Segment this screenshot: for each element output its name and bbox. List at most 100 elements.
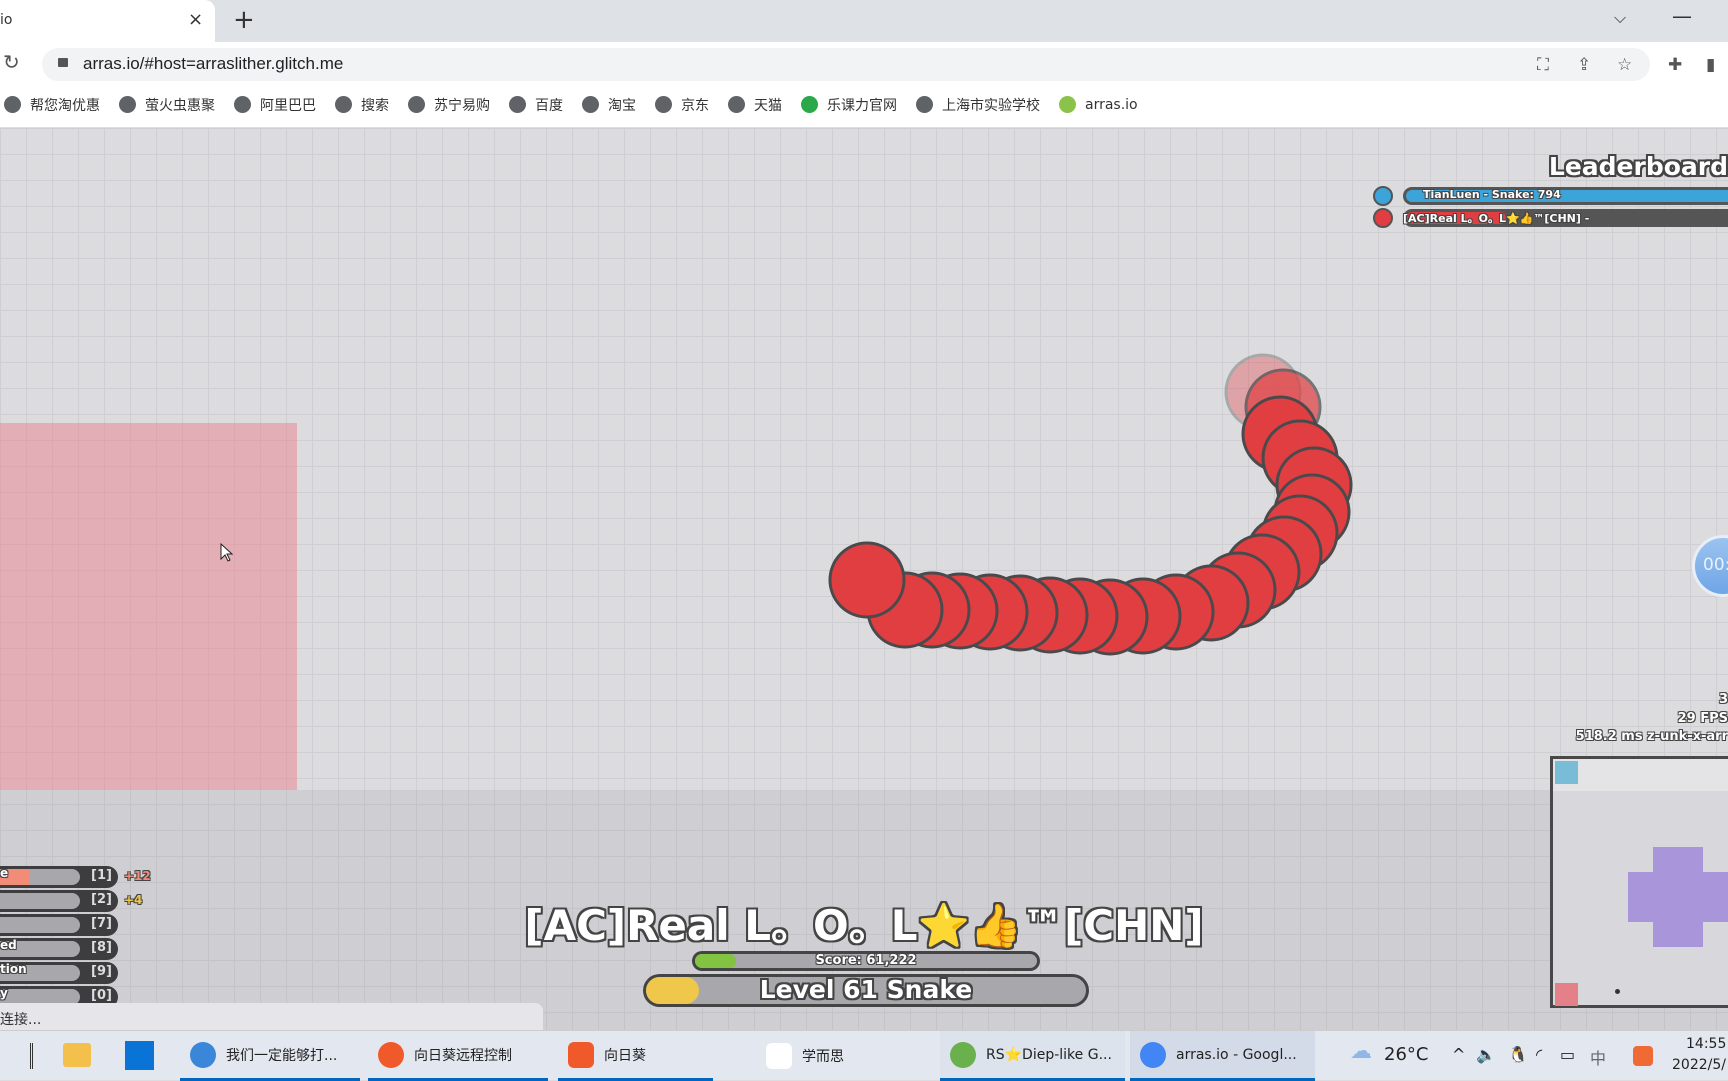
taskbar: ☁ 26°C ^ 🔈 🐧 ◜ ▭ 中 14:55 2022/5/ 我们一定能够打… <box>0 1030 1728 1081</box>
taskbar-item-label: 我们一定能够打... <box>226 1047 338 1064</box>
taskbar-item-label: 学而思 <box>802 1049 844 1065</box>
skill-row[interactable]: tion [9] <box>0 962 118 984</box>
ime-indicator[interactable]: 中 <box>1590 1045 1606 1069</box>
tray-chevron-icon[interactable]: ^ <box>1452 1045 1465 1064</box>
bookmark-item[interactable]: 上海市实验学校 <box>916 95 1040 115</box>
taskbar-item[interactable]: 向日葵 <box>558 1031 713 1081</box>
new-tab-button[interactable]: + <box>233 5 255 35</box>
taskbar-divider <box>30 1043 33 1069</box>
taskbar-item-label: arras.io - Googl... <box>1176 1046 1297 1063</box>
globe-icon <box>655 96 672 113</box>
minimap-red-base <box>1555 983 1578 1006</box>
taskbar-item-label: 向日葵 <box>604 1047 646 1064</box>
globe-icon <box>1059 96 1076 113</box>
bookmark-label: 苏宁易购 <box>434 97 490 114</box>
player-name: [AC]Real L。O。L⭐👍™[CHN] <box>524 901 1204 950</box>
score-bar: Score: 61,222 <box>692 951 1040 971</box>
taskbar-item-label: RS⭐Diep-like G... <box>986 1046 1112 1063</box>
taskbar-item[interactable]: 向日葵远程控制 <box>368 1031 548 1081</box>
clock-time[interactable]: 14:55 <box>1686 1036 1726 1052</box>
bookmark-label: arras.io <box>1085 96 1138 113</box>
extensions-icon[interactable]: ✚ <box>1668 55 1682 75</box>
bookmark-item[interactable]: 淘宝 <box>582 95 636 115</box>
taskbar-item[interactable]: 我们一定能够打... <box>180 1031 360 1081</box>
leaderboard-entry: TianLuen - Snake: 794 <box>1373 186 1728 206</box>
minimize-button[interactable]: — <box>1672 4 1692 28</box>
globe-icon <box>916 96 933 113</box>
globe-icon <box>335 96 352 113</box>
app-icon <box>950 1041 976 1068</box>
app-icon <box>378 1041 404 1068</box>
clock-date[interactable]: 2022/5/ <box>1672 1057 1726 1073</box>
leaderboard-entry: [AC]Real L。O。L⭐👍™[CHN] - <box>1373 208 1728 228</box>
leaderboard-team-dot <box>1373 186 1393 206</box>
minimap-blue-base <box>1555 761 1578 784</box>
tab-strip <box>0 0 1728 42</box>
bookmark-item[interactable]: 帮您淘优惠 <box>4 95 100 115</box>
file-explorer-icon[interactable] <box>63 1043 91 1067</box>
bookmark-item[interactable]: 天猫 <box>728 95 782 115</box>
bookmark-item[interactable]: 乐课力官网 <box>801 95 897 115</box>
browser-tab[interactable]: io <box>0 0 215 42</box>
bookmark-label: 上海市实验学校 <box>942 97 1040 114</box>
bookmark-label: 百度 <box>535 97 563 114</box>
connection-toast: 连接... <box>0 1003 543 1033</box>
bookmark-item[interactable]: 苏宁易购 <box>408 95 490 115</box>
skill-key: [9] <box>91 964 112 979</box>
taskbar-item[interactable]: RS⭐Diep-like G... <box>940 1031 1125 1081</box>
globe-icon <box>728 96 745 113</box>
taskbar-item[interactable]: arras.io - Googl... <box>1130 1031 1315 1081</box>
globe-icon <box>4 96 21 113</box>
globe-icon <box>234 96 251 113</box>
tab-search-chevron-icon[interactable]: ⌵ <box>1614 8 1626 28</box>
weather-temp[interactable]: 26°C <box>1384 1044 1428 1065</box>
star-icon[interactable]: ☆ <box>1617 55 1632 75</box>
bookmark-label: 帮您淘优惠 <box>30 97 100 114</box>
globe-icon <box>408 96 425 113</box>
minimap-player-dot <box>1615 989 1620 994</box>
bookmark-item[interactable]: 百度 <box>509 95 563 115</box>
reload-icon[interactable]: ↻ <box>3 50 20 74</box>
skill-name: tion <box>0 962 27 976</box>
volume-icon[interactable]: 🔈 <box>1476 1045 1496 1064</box>
app-icon <box>568 1041 594 1068</box>
skill-key: [1] <box>91 868 112 883</box>
toast-text: 连接... <box>0 1012 42 1028</box>
bookmark-label: 萤火虫惠聚 <box>145 97 215 114</box>
bookmark-item[interactable]: 萤火虫惠聚 <box>119 95 215 115</box>
stat-players: 3 <box>1718 692 1728 707</box>
lock-icon[interactable] <box>58 58 68 67</box>
taskbar-item[interactable]: 学而思 <box>756 1031 921 1081</box>
share-icon[interactable]: ⇪ <box>1577 55 1591 75</box>
bookmark-item[interactable]: arras.io <box>1059 96 1138 113</box>
app-icon <box>766 1043 792 1069</box>
leaderboard-text: [AC]Real L。O。L⭐👍™[CHN] - <box>1403 212 1590 225</box>
bookmark-item[interactable]: 阿里巴巴 <box>234 95 316 115</box>
leaderboard-team-dot <box>1373 208 1393 228</box>
bookmark-item[interactable]: 搜索 <box>335 95 389 115</box>
minimap-strip <box>1553 759 1728 791</box>
bookmark-label: 淘宝 <box>608 97 636 114</box>
battery-icon[interactable]: ▭ <box>1560 1045 1575 1064</box>
app-icon[interactable] <box>125 1041 154 1070</box>
skill-name: y <box>0 986 8 1000</box>
qq-icon[interactable]: 🐧 <box>1508 1045 1528 1064</box>
bookmark-label: 阿里巴巴 <box>260 97 316 114</box>
sogou-icon[interactable] <box>1633 1046 1653 1066</box>
skill-row[interactable]: e [1] +12 <box>0 866 151 888</box>
bookmark-label: 天猫 <box>754 97 782 114</box>
url-text[interactable]: arras.io/#host=arraslither.glitch.me <box>83 54 343 74</box>
skill-bonus: +12 <box>124 869 151 883</box>
globe-icon <box>801 96 818 113</box>
side-panel-icon[interactable]: ▮ <box>1706 55 1715 75</box>
stat-fps: 29 FPS <box>1677 711 1728 726</box>
weather-cloud-icon[interactable]: ☁ <box>1350 1039 1372 1064</box>
bookmark-label: 搜索 <box>361 97 389 114</box>
bookmark-item[interactable]: 京东 <box>655 95 709 115</box>
skill-key: [0] <box>91 988 112 1003</box>
tab-close-button[interactable]: × <box>188 9 203 30</box>
globe-icon <box>119 96 136 113</box>
wifi-icon[interactable]: ◜ <box>1536 1045 1542 1064</box>
score-text: Score: 61,222 <box>815 953 917 968</box>
translate-icon[interactable]: ⛶ <box>1537 55 1549 75</box>
